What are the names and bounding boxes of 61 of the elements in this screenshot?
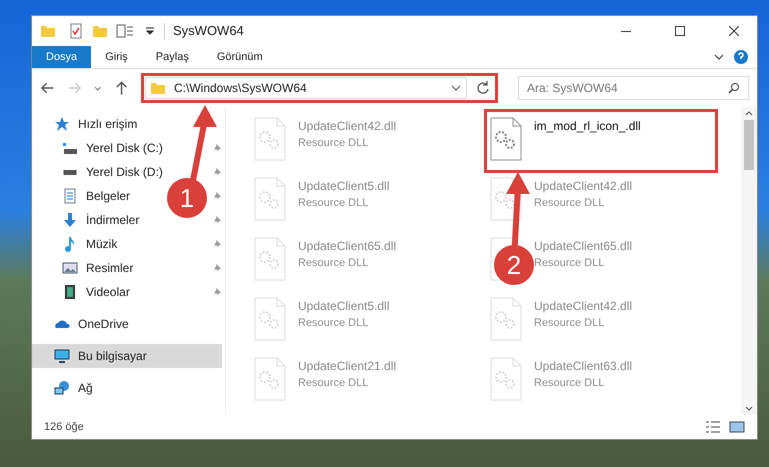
sidebar-item[interactable]: OneDrive — [32, 312, 137, 336]
sidebar-item[interactable]: Ağ — [32, 376, 101, 400]
file-type: Resource DLL — [534, 376, 606, 391]
pin-icon[interactable] — [212, 263, 222, 273]
pin-icon[interactable] — [212, 191, 222, 201]
sidebar-item[interactable]: Resimler — [32, 256, 142, 280]
file-type: Resource DLL — [534, 196, 606, 211]
search-icon — [728, 82, 740, 94]
scroll-up-icon[interactable] — [745, 111, 753, 116]
file-type: Resource DLL — [534, 256, 606, 271]
file-type: Resource DLL — [298, 256, 370, 271]
refresh-icon[interactable] — [475, 80, 491, 96]
large-icons-view-icon[interactable] — [729, 419, 745, 435]
drive-icon — [62, 142, 78, 154]
details-view-icon[interactable] — [705, 419, 721, 435]
close-icon — [729, 26, 739, 36]
file-type: Resource DLL — [534, 316, 606, 331]
ribbon-tab[interactable]: Dosya — [32, 46, 92, 68]
network-icon — [54, 380, 70, 396]
sidebar-item[interactable]: Yerel Disk (C:) — [32, 136, 171, 160]
search-field[interactable]: Ara: SysWOW64 — [518, 76, 749, 100]
search-input[interactable]: Ara: SysWOW64 — [527, 79, 728, 97]
sidebar-item[interactable]: Hızlı erişim — [32, 112, 146, 136]
file-type: Resource DLL — [298, 196, 370, 211]
download-icon — [62, 212, 78, 228]
scrollbar[interactable] — [741, 107, 757, 415]
film-icon — [62, 284, 78, 300]
ribbon-tab[interactable]: Giriş — [91, 46, 142, 68]
pin-icon[interactable] — [212, 287, 222, 297]
pin-icon[interactable] — [212, 215, 222, 225]
ribbon-tab[interactable]: Paylaş — [142, 46, 203, 68]
address-field[interactable]: C:\Windows\SysWOW64 — [145, 77, 467, 99]
picture-icon — [62, 260, 78, 276]
file-type: Resource DLL — [298, 136, 370, 151]
pin-icon[interactable] — [212, 239, 222, 249]
pin-icon[interactable] — [212, 167, 222, 177]
star-icon — [54, 116, 70, 132]
drive-icon — [62, 170, 78, 174]
up-arrow-icon[interactable] — [114, 80, 129, 96]
computer-icon — [54, 348, 70, 364]
dropdown-icon[interactable] — [144, 25, 156, 37]
scroll-down-icon[interactable] — [745, 406, 753, 411]
item-count: 126 öğe — [44, 420, 84, 435]
help-icon[interactable] — [733, 49, 749, 65]
file-type: Resource DLL — [298, 316, 370, 331]
folder-icon — [150, 80, 166, 96]
properties-icon[interactable] — [116, 23, 136, 39]
sidebar-item[interactable]: Belgeler — [32, 184, 138, 208]
pin-icon[interactable] — [212, 143, 222, 153]
file-name[interactable]: im_mod_rl_icon_.dll — [534, 117, 641, 135]
sidebar-item[interactable]: Müzik — [32, 232, 126, 256]
scrollbar-thumb[interactable] — [744, 120, 754, 170]
ribbon-tab[interactable]: Görünüm — [202, 46, 277, 68]
sidebar-item[interactable]: Bu bilgisayar — [32, 344, 222, 368]
sidebar-item[interactable]: Videolar — [32, 280, 138, 304]
window-title: SysWOW64 — [173, 22, 244, 40]
sidebar-item[interactable]: İndirmeler — [32, 208, 148, 232]
file-type: Resource DLL — [298, 376, 370, 391]
document-icon — [62, 188, 78, 204]
back-arrow-icon[interactable] — [40, 80, 56, 96]
checkmark-document-icon[interactable] — [68, 23, 84, 39]
